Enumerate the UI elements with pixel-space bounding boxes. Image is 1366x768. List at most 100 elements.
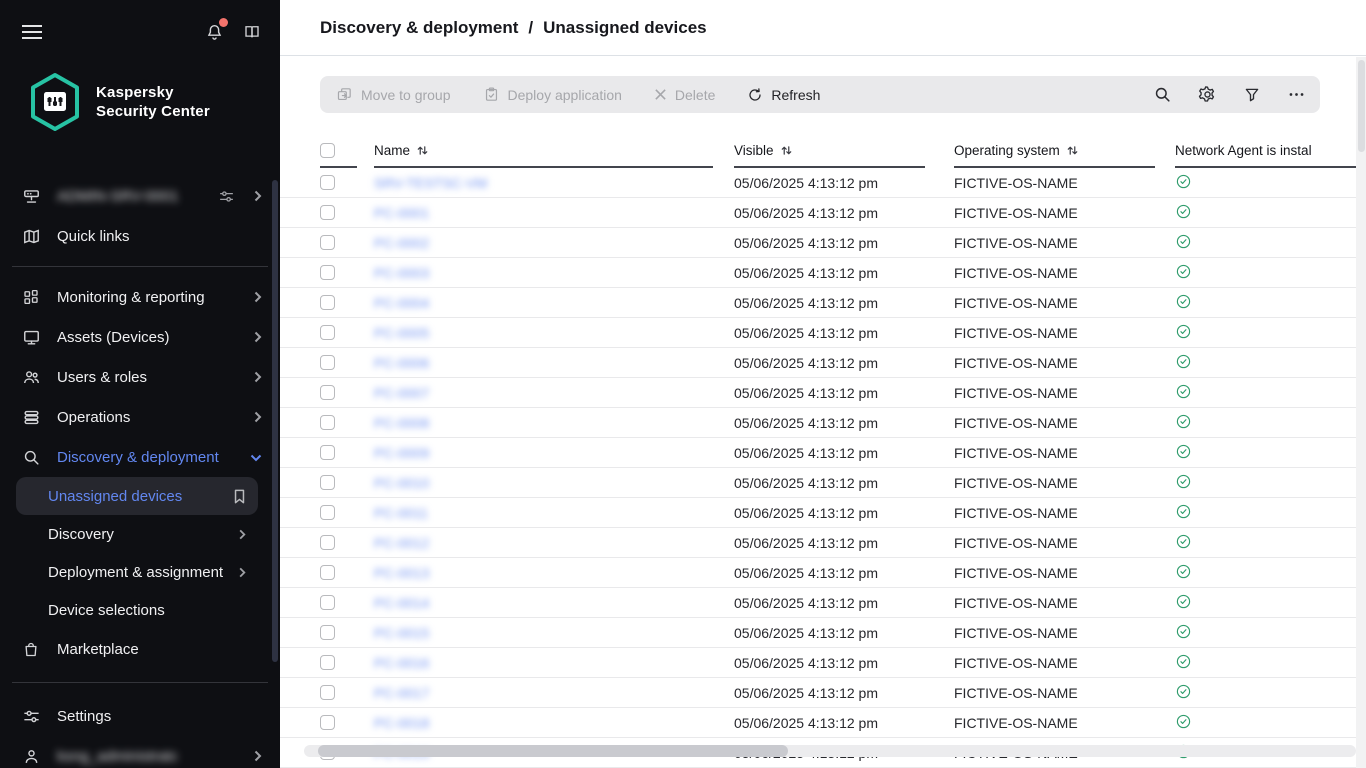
refresh-button[interactable]: Refresh bbox=[747, 87, 820, 103]
row-checkbox[interactable] bbox=[320, 265, 335, 280]
row-checkbox[interactable] bbox=[320, 505, 335, 520]
device-name-link[interactable]: PC-0015 bbox=[374, 625, 429, 641]
device-name-link[interactable]: PC-0017 bbox=[374, 685, 429, 701]
sidebar-item-assets-devices[interactable]: Assets (Devices) bbox=[0, 317, 280, 357]
chevron-right-icon bbox=[253, 750, 262, 762]
row-checkbox[interactable] bbox=[320, 325, 335, 340]
ellipsis-more-icon[interactable] bbox=[1287, 85, 1306, 104]
sidebar-subitem-unassigned-devices[interactable]: Unassigned devices bbox=[16, 477, 258, 515]
column-header-visible[interactable]: Visible bbox=[734, 143, 925, 168]
device-name-link[interactable]: PC-0011 bbox=[374, 505, 428, 521]
sidebar-item-marketplace[interactable]: Marketplace bbox=[0, 629, 280, 669]
agent-installed-check-icon bbox=[1175, 263, 1192, 280]
sidebar-item-users-roles[interactable]: Users & roles bbox=[0, 357, 280, 397]
user-icon bbox=[22, 747, 41, 766]
device-name-link[interactable]: PC-0009 bbox=[374, 445, 429, 461]
gear-icon[interactable] bbox=[1198, 85, 1217, 104]
device-name-link[interactable]: PC-0016 bbox=[374, 655, 429, 671]
device-name-link[interactable]: PC-0005 bbox=[374, 325, 429, 341]
sidebar-item-server[interactable]: ADMIN-SRV-0001 bbox=[0, 176, 280, 216]
sort-icon[interactable] bbox=[1066, 144, 1079, 157]
row-checkbox[interactable] bbox=[320, 175, 335, 190]
sidebar-subitem-device-selections[interactable]: Device selections bbox=[16, 591, 258, 629]
move-to-group-button[interactable]: Move to group bbox=[336, 86, 451, 103]
os-cell: FICTIVE-OS-NAME bbox=[954, 445, 1155, 461]
sidebar-item-operations[interactable]: Operations bbox=[0, 397, 280, 437]
breadcrumb: Discovery & deployment / Unassigned devi… bbox=[280, 0, 1366, 56]
visible-cell: 05/06/2025 4:13:12 pm bbox=[734, 445, 925, 461]
sidebar-scrollbar-thumb[interactable] bbox=[272, 180, 278, 662]
row-checkbox[interactable] bbox=[320, 565, 335, 580]
refresh-label: Refresh bbox=[771, 87, 820, 103]
row-checkbox[interactable] bbox=[320, 415, 335, 430]
device-name-link[interactable]: PC-0004 bbox=[374, 295, 429, 311]
sort-icon[interactable] bbox=[416, 144, 429, 157]
row-checkbox[interactable] bbox=[320, 535, 335, 550]
device-name-link[interactable]: PC-0018 bbox=[374, 715, 429, 731]
select-all-checkbox[interactable] bbox=[320, 143, 335, 158]
row-checkbox[interactable] bbox=[320, 475, 335, 490]
row-checkbox[interactable] bbox=[320, 445, 335, 460]
sidebar-item-discovery-deployment[interactable]: Discovery & deployment bbox=[0, 437, 280, 477]
server-properties-icon[interactable] bbox=[218, 188, 235, 205]
row-checkbox[interactable] bbox=[320, 235, 335, 250]
refresh-icon bbox=[747, 87, 763, 103]
notifications-bell-icon[interactable] bbox=[205, 22, 224, 42]
delete-button[interactable]: Delete bbox=[654, 87, 715, 103]
agent-installed-check-icon bbox=[1175, 443, 1192, 460]
row-checkbox[interactable] bbox=[320, 625, 335, 640]
sidebar: Kaspersky Security Center ADMIN-SRV-0001… bbox=[0, 0, 280, 768]
column-header-operating-system[interactable]: Operating system bbox=[954, 143, 1155, 168]
device-name-link[interactable]: PC-0010 bbox=[374, 475, 429, 491]
device-name-link[interactable]: PC-0001 bbox=[374, 205, 429, 221]
device-name-link[interactable]: PC-0012 bbox=[374, 535, 429, 551]
agent-cell bbox=[1175, 443, 1366, 463]
subitem-label: Unassigned devices bbox=[48, 488, 233, 505]
device-name-link[interactable]: PC-0006 bbox=[374, 355, 429, 371]
vertical-scrollbar-thumb[interactable] bbox=[1358, 60, 1365, 152]
row-checkbox[interactable] bbox=[320, 295, 335, 310]
row-checkbox[interactable] bbox=[320, 385, 335, 400]
agent-cell bbox=[1175, 413, 1366, 433]
sidebar-subitem-deployment-assignment[interactable]: Deployment & assignment bbox=[16, 553, 258, 591]
device-name-link[interactable]: PC-0007 bbox=[374, 385, 429, 401]
row-checkbox[interactable] bbox=[320, 715, 335, 730]
vertical-scrollbar[interactable] bbox=[1356, 57, 1366, 768]
sidebar-item-settings[interactable]: Settings bbox=[0, 696, 280, 736]
device-name-link[interactable]: PC-0013 bbox=[374, 565, 429, 581]
filter-funnel-icon[interactable] bbox=[1243, 86, 1261, 104]
sort-icon[interactable] bbox=[780, 144, 793, 157]
os-cell: FICTIVE-OS-NAME bbox=[954, 295, 1155, 311]
sidebar-item-user-account[interactable]: ksng_administrator bbox=[0, 736, 280, 768]
row-checkbox[interactable] bbox=[320, 655, 335, 670]
horizontal-scrollbar-thumb[interactable] bbox=[318, 745, 788, 757]
device-name-link[interactable]: PC-0008 bbox=[374, 415, 429, 431]
breadcrumb-separator: / bbox=[528, 18, 533, 38]
os-cell: FICTIVE-OS-NAME bbox=[954, 715, 1155, 731]
column-header-network-agent[interactable]: Network Agent is instal bbox=[1175, 143, 1366, 168]
breadcrumb-parent[interactable]: Discovery & deployment bbox=[320, 18, 518, 38]
sidebar-item-monitoring-reporting[interactable]: Monitoring & reporting bbox=[0, 277, 280, 317]
table-row: PC-0003 05/06/2025 4:13:12 pm FICTIVE-OS… bbox=[280, 258, 1366, 288]
row-checkbox[interactable] bbox=[320, 355, 335, 370]
chevron-right-icon[interactable] bbox=[253, 190, 262, 202]
sidebar-subitem-discovery[interactable]: Discovery bbox=[16, 515, 258, 553]
horizontal-scrollbar[interactable] bbox=[304, 745, 1356, 757]
bookmark-icon[interactable] bbox=[233, 489, 246, 504]
row-checkbox[interactable] bbox=[320, 685, 335, 700]
device-name-link[interactable]: PC-0003 bbox=[374, 265, 429, 281]
row-checkbox[interactable] bbox=[320, 205, 335, 220]
sidebar-item-quick-links[interactable]: Quick links bbox=[0, 216, 280, 256]
os-cell: FICTIVE-OS-NAME bbox=[954, 265, 1155, 281]
device-name-link[interactable]: SRV-TESTSC-VM bbox=[374, 175, 487, 191]
search-icon[interactable] bbox=[1153, 85, 1172, 104]
os-cell: FICTIVE-OS-NAME bbox=[954, 355, 1155, 371]
deploy-application-button[interactable]: Deploy application bbox=[483, 86, 622, 103]
row-checkbox[interactable] bbox=[320, 595, 335, 610]
column-header-name[interactable]: Name bbox=[374, 143, 713, 168]
device-name-link[interactable]: PC-0002 bbox=[374, 235, 429, 251]
device-name-link[interactable]: PC-0014 bbox=[374, 595, 429, 611]
server-icon bbox=[22, 187, 41, 206]
help-book-icon[interactable] bbox=[242, 23, 262, 41]
hamburger-menu-icon[interactable] bbox=[22, 24, 42, 40]
